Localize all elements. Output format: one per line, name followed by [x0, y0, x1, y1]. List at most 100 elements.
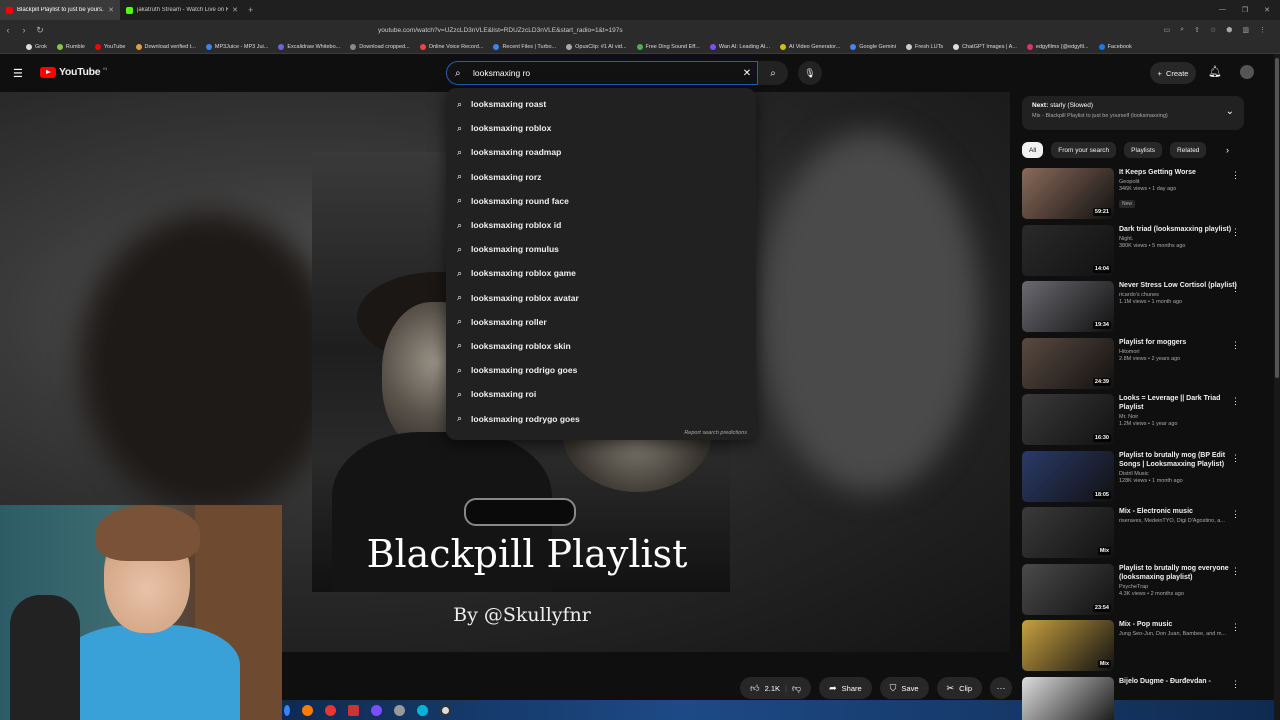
more-options-icon[interactable]: ⋮	[1231, 170, 1240, 181]
more-options-icon[interactable]: ⋮	[1231, 340, 1240, 351]
app-icon[interactable]	[325, 704, 336, 716]
bookmark-item[interactable]: Facebook	[1098, 43, 1132, 50]
minimize-icon[interactable]: —	[1219, 6, 1226, 14]
video-title[interactable]: Looks = Leverage || Dark Triad Playlist	[1119, 394, 1237, 412]
clip-button[interactable]: ✂ Clip	[936, 677, 982, 699]
more-options-icon[interactable]: ⋮	[1231, 566, 1240, 577]
search-suggestion[interactable]: ⌕ looksmaxing roi	[446, 382, 756, 406]
bookmark-item[interactable]: YouTube	[94, 43, 126, 50]
search-button[interactable]: ⌕	[758, 61, 788, 85]
extension-icon[interactable]: ⬢	[1226, 26, 1232, 34]
bookmark-item[interactable]: Grok	[26, 43, 47, 50]
clear-search-icon[interactable]: ✕	[737, 68, 757, 79]
bookmark-item[interactable]: Rumble	[56, 43, 85, 50]
channel-name[interactable]: Night.	[1119, 236, 1237, 242]
video-title[interactable]: Playlist to brutally mog (BP Edit Songs …	[1119, 451, 1237, 469]
share-icon[interactable]: ⇪	[1194, 26, 1200, 34]
bookmark-item[interactable]: Wan AI: Leading AI...	[709, 43, 770, 50]
bookmark-item[interactable]: OpusClip: #1 AI vid...	[566, 43, 627, 50]
video-thumbnail[interactable]: 23:54	[1022, 563, 1114, 615]
browser-tab-kick[interactable]: jakatruth Stream - Watch Live on Kick ✕	[120, 0, 244, 20]
related-video-item[interactable]: 16:30 Looks = Leverage || Dark Triad Play…	[1022, 394, 1244, 451]
search-suggestion[interactable]: ⌕ looksmaxing roblox id	[446, 213, 756, 237]
search-input[interactable]	[473, 68, 737, 78]
bookmark-item[interactable]: Fresh LUTs	[905, 43, 943, 50]
search-suggestion[interactable]: ⌕ looksmaxing round face	[446, 189, 756, 213]
more-actions-button[interactable]: ⋯	[990, 677, 1012, 699]
url-field[interactable]: youtube.com/watch?v=UZzcLD3nVLE&list=RDU…	[378, 27, 818, 34]
autoplay-next-panel[interactable]: Next: starly (Slowed) Mix - Blackpill Pl…	[1022, 96, 1244, 130]
firefox-icon[interactable]	[302, 704, 313, 716]
channel-name[interactable]: Jung Seo-Jun, Don Juan, Bambee, and m...	[1119, 631, 1237, 637]
search-suggestion[interactable]: ⌕ looksmaxing roblox	[446, 116, 756, 140]
video-title[interactable]: It Keeps Getting Worse	[1119, 168, 1237, 177]
filter-chip[interactable]: All	[1022, 142, 1044, 158]
app-icon[interactable]	[417, 704, 428, 716]
bookmark-item[interactable]: Excalidraw Whitebo...	[278, 43, 340, 50]
bookmark-item[interactable]: Download verified t...	[135, 43, 196, 50]
related-video-item[interactable]: Mix Mix - Pop music Jung Seo-Jun, Don Juan…	[1022, 620, 1244, 677]
forward-icon[interactable]: ›	[16, 25, 32, 35]
channel-name[interactable]: Distril Music	[1119, 471, 1237, 477]
report-predictions-link[interactable]: Report search predictions	[684, 430, 747, 436]
channel-name[interactable]: Mr. Noir	[1119, 414, 1237, 420]
filter-chip[interactable]: Related	[1170, 142, 1207, 158]
more-options-icon[interactable]: ⋮	[1231, 227, 1240, 238]
bookmark-item[interactable]: Online Voice Record...	[419, 43, 483, 50]
bookmark-item[interactable]: Download cropped...	[350, 43, 410, 50]
search-suggestion[interactable]: ⌕ looksmaxing rodrigo goes	[446, 358, 756, 382]
channel-name[interactable]: Hitomori	[1119, 349, 1237, 355]
notifications-bell-icon[interactable]: 🔔︎	[1208, 65, 1222, 78]
chrome-icon[interactable]	[440, 704, 451, 716]
app-icon[interactable]	[284, 704, 290, 716]
app-icon[interactable]	[371, 704, 382, 716]
channel-name[interactable]: ricardo's chunes	[1119, 292, 1237, 298]
hamburger-menu-icon[interactable]: ☰	[13, 67, 23, 80]
thumbs-down-icon[interactable]: 👎︎	[792, 683, 801, 694]
video-thumbnail[interactable]: 19:34	[1022, 281, 1114, 332]
search-suggestion[interactable]: ⌕ looksmaxing rorz	[446, 165, 756, 189]
video-thumbnail[interactable]: Mix	[1022, 507, 1114, 558]
more-options-icon[interactable]: ⋮	[1231, 396, 1240, 407]
more-options-icon[interactable]: ⋮	[1231, 622, 1240, 633]
reload-icon[interactable]: ↻	[32, 25, 48, 36]
sidebar-icon[interactable]: ▥	[1242, 26, 1249, 34]
bookmark-item[interactable]: Recent Files | Turbo...	[493, 43, 556, 50]
voice-search-button[interactable]: 🎙	[798, 61, 822, 85]
close-tab-icon[interactable]: ✕	[108, 6, 114, 14]
video-thumbnail[interactable]: Mix	[1022, 620, 1114, 671]
related-video-item[interactable]: Mix Mix - Electronic music riseraves, Mede…	[1022, 507, 1244, 564]
video-thumbnail[interactable]: 59:21	[1022, 168, 1114, 219]
browser-tab-youtube[interactable]: Blackpill Playlist to just be yours... ✕	[0, 0, 120, 20]
search-suggestion[interactable]: ⌕ looksmaxing romulus	[446, 237, 756, 261]
related-video-item[interactable]: 59:21 It Keeps Getting Worse Geopolit 346K …	[1022, 168, 1244, 225]
close-tab-icon[interactable]: ✕	[232, 6, 238, 14]
related-video-item[interactable]: 14:04 Dark triad (looksmaxxing playlist) N…	[1022, 224, 1244, 282]
search-suggestion[interactable]: ⌕ looksmaxing rodrygo goes	[446, 406, 756, 430]
youtube-logo[interactable]: YouTube IN	[40, 66, 107, 78]
bookmark-item[interactable]: MP3Juice - MP3 Jui...	[205, 43, 268, 50]
bookmark-item[interactable]: Free Ding Sound Eff...	[636, 43, 700, 50]
chevron-right-icon[interactable]: ›	[1226, 145, 1229, 155]
video-thumbnail[interactable]: 14:04	[1022, 224, 1114, 276]
like-button[interactable]: 👍︎ 2.1K | 👎︎	[740, 677, 812, 699]
chevron-down-icon[interactable]: ⌄	[1226, 106, 1234, 117]
related-video-item[interactable]: Bijelo Dugme - Đurđevdan - ⋮	[1022, 676, 1244, 720]
video-title[interactable]: Playlist to brutally mog everyone (looks…	[1119, 564, 1237, 582]
related-video-item[interactable]: 19:34 Never Stress Low Cortisol (playlist…	[1022, 281, 1244, 338]
search-suggestion[interactable]: ⌕ looksmaxing roblox avatar	[446, 286, 756, 310]
video-title[interactable]: Dark triad (looksmaxxing playlist)	[1119, 225, 1237, 234]
bookmark-item[interactable]: AI Video Generator...	[780, 43, 840, 50]
app-icon[interactable]	[348, 704, 359, 716]
channel-name[interactable]: riseraves, MedeinTYO, Digi D'Agostino, a…	[1119, 518, 1237, 524]
video-title[interactable]: Playlist for moggers	[1119, 338, 1237, 347]
save-button[interactable]: ⛉ Save	[879, 677, 929, 699]
more-options-icon[interactable]: ⋮	[1231, 679, 1240, 690]
channel-name[interactable]: Geopolit	[1119, 179, 1237, 185]
video-title[interactable]: Bijelo Dugme - Đurđevdan -	[1119, 677, 1237, 686]
video-thumbnail[interactable]: 18:05	[1022, 450, 1114, 502]
cast-icon[interactable]: ▭	[1164, 26, 1171, 34]
more-options-icon[interactable]: ⋮	[1231, 453, 1240, 464]
bookmark-item[interactable]: edgyfilms (@edgyfil...	[1026, 43, 1089, 50]
filter-chip[interactable]: From your search	[1051, 142, 1117, 158]
